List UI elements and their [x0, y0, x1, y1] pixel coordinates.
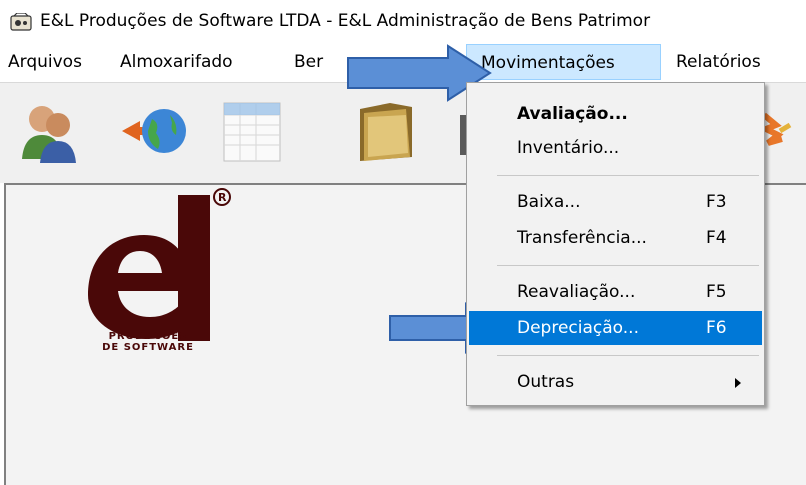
- users-icon[interactable]: [12, 95, 84, 167]
- movimentacoes-dropdown: Avaliação... Inventário... Baixa... F3 T…: [466, 82, 765, 406]
- submenu-arrow-icon: [735, 378, 741, 388]
- star-icon[interactable]: [762, 95, 792, 167]
- app-icon[interactable]: [10, 13, 32, 33]
- menu-item-inventario[interactable]: Inventário...: [469, 131, 762, 165]
- menu-item-baixa[interactable]: Baixa... F3: [469, 185, 762, 219]
- window-title: E&L Produções de Software LTDA - E&L Adm…: [40, 11, 651, 31]
- folder-icon[interactable]: [350, 95, 422, 167]
- menu-separator: [497, 265, 759, 266]
- menu-item-avaliacao[interactable]: Avaliação...: [469, 97, 762, 131]
- el-logo: R: [88, 188, 231, 341]
- title-bar: E&L Produções de Software LTDA - E&L Adm…: [0, 0, 806, 44]
- logo-caption: PRODUCÕES DE SOFTWARE: [102, 331, 194, 353]
- menu-relatorios[interactable]: Relatórios: [676, 44, 761, 80]
- menu-item-outras[interactable]: Outras: [469, 365, 762, 399]
- menu-item-depreciacao[interactable]: Depreciação... F6: [469, 311, 762, 345]
- spreadsheet-icon[interactable]: [216, 95, 288, 167]
- menu-bens[interactable]: Ber: [294, 44, 323, 80]
- menu-separator: [497, 355, 759, 356]
- menu-arquivos[interactable]: Arquivos: [8, 44, 82, 80]
- menu-item-transferencia[interactable]: Transferência... F4: [469, 221, 762, 255]
- globe-arrow-icon[interactable]: [118, 95, 190, 167]
- menu-almoxarifado[interactable]: Almoxarifado: [120, 44, 233, 80]
- menu-separator: [497, 175, 759, 176]
- menu-item-reavaliacao[interactable]: Reavaliação... F5: [469, 275, 762, 309]
- svg-text:R: R: [218, 191, 227, 204]
- menu-movimentacoes[interactable]: Movimentações: [466, 44, 661, 80]
